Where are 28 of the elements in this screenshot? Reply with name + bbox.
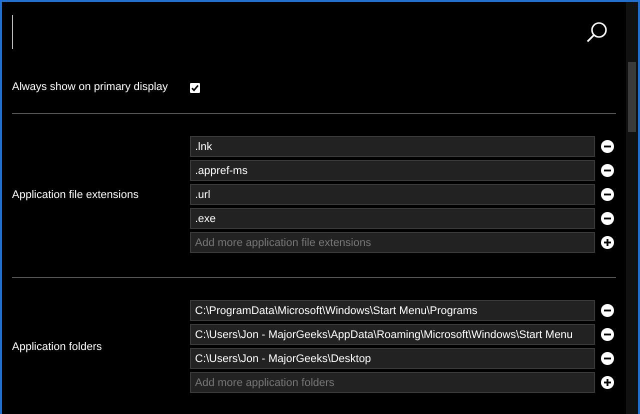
text-field[interactable]: .exe (190, 208, 595, 229)
text-field[interactable]: C:\Users\Jon - MajorGeeks\AppData\Roaming\Microsoft\Windows\Start Menu (190, 324, 595, 345)
scrollbar-thumb[interactable] (628, 62, 636, 132)
add-button[interactable] (601, 376, 614, 389)
setting-label: Always show on primary display (12, 80, 169, 96)
scrollbar[interactable] (626, 2, 638, 414)
checkbox[interactable] (190, 82, 200, 92)
remove-button[interactable] (601, 164, 614, 177)
plus-icon (603, 378, 612, 387)
remove-button[interactable] (601, 328, 614, 341)
remove-button[interactable] (601, 352, 614, 365)
input-field[interactable]: Add more application file extensions (190, 232, 595, 253)
text-field[interactable]: .appref-ms (190, 160, 595, 181)
remove-button[interactable] (601, 212, 614, 225)
plus-icon (603, 238, 612, 247)
text-field[interactable]: .lnk (190, 136, 595, 157)
text-field[interactable]: .url (190, 184, 595, 205)
input-field[interactable]: Add more application folders (190, 372, 595, 393)
text-cursor (12, 15, 13, 49)
remove-button[interactable] (601, 140, 614, 153)
text-field[interactable]: C:\Users\Jon - MajorGeeks\Desktop (190, 348, 595, 369)
remove-button[interactable] (601, 304, 614, 317)
text-field[interactable]: C:\ProgramData\Microsoft\Windows\Start Menu\Programs (190, 300, 595, 321)
setting-label: Application file extensions (12, 188, 140, 204)
remove-button[interactable] (601, 188, 614, 201)
add-button[interactable] (601, 236, 614, 249)
search-icon[interactable] (586, 21, 608, 43)
setting-label: Application folders (12, 340, 103, 356)
